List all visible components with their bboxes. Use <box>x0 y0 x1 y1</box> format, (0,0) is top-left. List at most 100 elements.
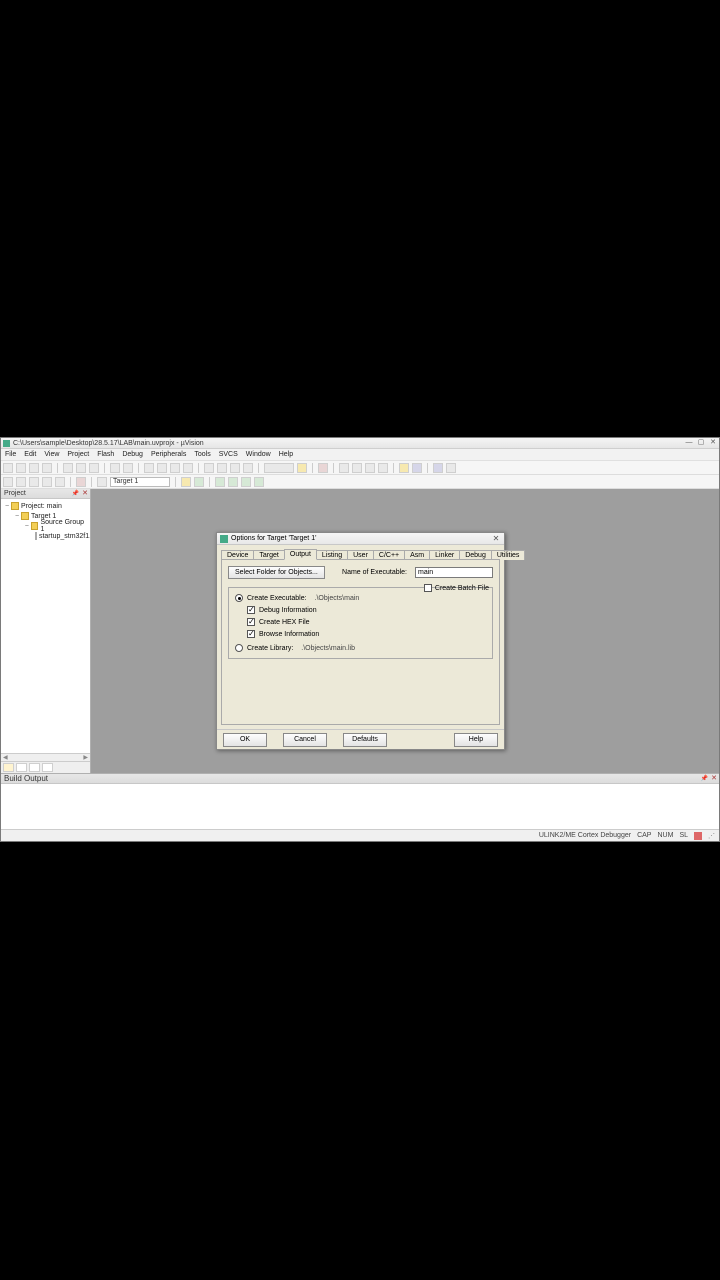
create-executable-radio[interactable] <box>235 594 243 602</box>
find-icon[interactable] <box>297 463 307 473</box>
redo-icon[interactable] <box>123 463 133 473</box>
options-dialog: Options for Target 'Target 1' ✕ Device T… <box>216 532 505 750</box>
help-button[interactable]: Help <box>454 733 498 747</box>
manage-project-icon[interactable] <box>181 477 191 487</box>
tree-group[interactable]: − Source Group 1 <box>3 521 88 531</box>
target-select[interactable]: Target 1 <box>110 477 170 487</box>
tab-templates-icon[interactable] <box>42 763 53 772</box>
breakpoint-kill-icon[interactable] <box>378 463 388 473</box>
tree-root[interactable]: − Project: main <box>3 501 88 511</box>
bookmark-next-icon[interactable] <box>157 463 167 473</box>
open-file-icon[interactable] <box>16 463 26 473</box>
tree-label: Project: main <box>21 503 62 510</box>
defaults-button[interactable]: Defaults <box>343 733 387 747</box>
save-all-icon[interactable] <box>42 463 52 473</box>
minimize-button[interactable]: — <box>685 439 693 447</box>
tab-project-icon[interactable] <box>3 763 14 772</box>
bookmark-toggle-icon[interactable] <box>170 463 180 473</box>
breakpoint-insert-icon[interactable] <box>339 463 349 473</box>
toolbar-sep <box>198 463 199 473</box>
books-icon[interactable] <box>215 477 225 487</box>
menu-view[interactable]: View <box>44 451 59 458</box>
menu-peripherals[interactable]: Peripherals <box>151 451 186 458</box>
func-icon[interactable] <box>241 477 251 487</box>
outdent-icon[interactable] <box>217 463 227 473</box>
tab-functions-icon[interactable] <box>29 763 40 772</box>
find-combo[interactable] <box>264 463 294 473</box>
configure-icon[interactable] <box>412 463 422 473</box>
misc-icon[interactable] <box>446 463 456 473</box>
bookmark-prev-icon[interactable] <box>144 463 154 473</box>
close-button[interactable]: ✕ <box>709 439 717 447</box>
status-num: NUM <box>657 832 673 839</box>
toolbar-build: Target 1 <box>1 475 719 489</box>
expand-icon[interactable]: − <box>13 513 21 520</box>
panel-close-icon[interactable]: ✕ <box>711 774 717 784</box>
toolbar-sep <box>312 463 313 473</box>
menu-debug[interactable]: Debug <box>122 451 143 458</box>
batch-build-icon[interactable] <box>42 477 52 487</box>
dialog-button-row: OK Cancel Defaults Help <box>217 729 504 749</box>
menu-help[interactable]: Help <box>279 451 293 458</box>
debug-info-checkbox[interactable] <box>247 606 255 614</box>
manage-rte-icon[interactable] <box>194 477 204 487</box>
panel-close-icon[interactable]: ✕ <box>82 489 88 499</box>
build-icon[interactable] <box>16 477 26 487</box>
paste-icon[interactable] <box>89 463 99 473</box>
pin-icon[interactable]: 📌 <box>72 489 79 499</box>
undo-icon[interactable] <box>110 463 120 473</box>
dialog-close-button[interactable]: ✕ <box>491 534 501 543</box>
cancel-button[interactable]: Cancel <box>283 733 327 747</box>
toolbar-sep <box>57 463 58 473</box>
menu-window[interactable]: Window <box>246 451 271 458</box>
app-icon <box>3 440 10 447</box>
expand-icon[interactable]: − <box>23 523 31 530</box>
pin-icon[interactable]: 📌 <box>701 774 708 784</box>
menu-tools[interactable]: Tools <box>194 451 210 458</box>
comment-icon[interactable] <box>230 463 240 473</box>
debug-start-icon[interactable] <box>318 463 328 473</box>
menu-project[interactable]: Project <box>67 451 89 458</box>
browse-info-checkbox[interactable] <box>247 630 255 638</box>
target-options-icon[interactable] <box>97 477 107 487</box>
menu-edit[interactable]: Edit <box>24 451 36 458</box>
expand-icon[interactable]: − <box>3 503 11 510</box>
output-panel-title: Build Output <box>4 774 48 784</box>
menu-svcs[interactable]: SVCS <box>219 451 238 458</box>
name-of-exe-input[interactable]: main <box>415 567 493 578</box>
tab-books-icon[interactable] <box>16 763 27 772</box>
breakpoint-disable-icon[interactable] <box>365 463 375 473</box>
template-icon[interactable] <box>254 477 264 487</box>
copy-icon[interactable] <box>76 463 86 473</box>
menu-flash[interactable]: Flash <box>97 451 114 458</box>
translate-icon[interactable] <box>3 477 13 487</box>
uncomment-icon[interactable] <box>243 463 253 473</box>
tab-output[interactable]: Output <box>284 549 317 560</box>
download-icon[interactable] <box>76 477 86 487</box>
toolbar-sep <box>91 477 92 487</box>
create-batch-checkbox[interactable] <box>424 584 432 592</box>
window-icon[interactable] <box>399 463 409 473</box>
menu-file[interactable]: File <box>5 451 16 458</box>
maximize-button[interactable]: ▢ <box>697 439 705 447</box>
ok-button[interactable]: OK <box>223 733 267 747</box>
pack-installer-icon[interactable] <box>228 477 238 487</box>
cut-icon[interactable] <box>63 463 73 473</box>
create-library-radio[interactable] <box>235 644 243 652</box>
rebuild-icon[interactable] <box>29 477 39 487</box>
breakpoint-enable-icon[interactable] <box>352 463 362 473</box>
select-folder-button[interactable]: Select Folder for Objects... <box>228 566 325 579</box>
output-body[interactable] <box>1 784 719 829</box>
save-icon[interactable] <box>29 463 39 473</box>
indent-icon[interactable] <box>204 463 214 473</box>
new-file-icon[interactable] <box>3 463 13 473</box>
scroll-left-icon[interactable]: ◀ <box>3 754 8 761</box>
create-hex-checkbox[interactable] <box>247 618 255 626</box>
bookmark-clear-icon[interactable] <box>183 463 193 473</box>
stop-build-icon[interactable] <box>55 477 65 487</box>
project-tree[interactable]: − Project: main − Target 1 − Source Grou… <box>1 499 90 753</box>
scroll-right-icon[interactable]: ▶ <box>83 754 88 761</box>
tree-file[interactable]: startup_stm32f1... <box>3 531 88 541</box>
tools-icon[interactable] <box>433 463 443 473</box>
panel-hscroll[interactable]: ◀ ▶ <box>1 753 90 761</box>
